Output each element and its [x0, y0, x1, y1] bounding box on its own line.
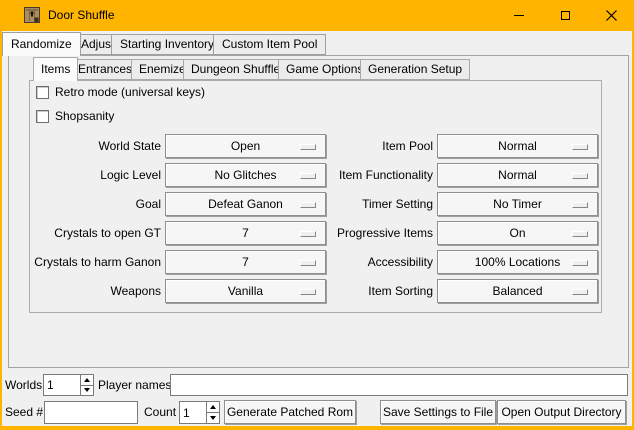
- checkbox-label: Shopsanity: [55, 109, 114, 123]
- dropdown-item-sorting[interactable]: Balanced: [437, 279, 598, 303]
- item-pool-label: Item Pool: [300, 134, 433, 158]
- dropdown-value: Defeat Ganon: [208, 197, 283, 211]
- checkbox-shopsanity[interactable]: Shopsanity: [36, 109, 114, 123]
- count-spinner[interactable]: 1: [179, 401, 220, 424]
- checkbox-retro-mode[interactable]: Retro mode (universal keys): [36, 85, 205, 99]
- timer-setting-label: Timer Setting: [300, 192, 433, 216]
- dropdown-value: Open: [231, 139, 260, 153]
- save-settings-button[interactable]: Save Settings to File: [380, 400, 496, 424]
- door-icon: [24, 7, 40, 23]
- seed-input[interactable]: [44, 401, 138, 424]
- spinner-arrows: [206, 402, 219, 423]
- dropdown-value: No Timer: [493, 197, 542, 211]
- dropdown-accessibility[interactable]: 100% Locations: [437, 250, 598, 274]
- item-sorting-label: Item Sorting: [300, 279, 433, 303]
- dropdown-value: 100% Locations: [475, 255, 560, 269]
- crystals-gt-label: Crystals to open GT: [15, 221, 161, 245]
- tab-starting-inventory[interactable]: Starting Inventory: [111, 34, 223, 55]
- tab-custom-item-pool[interactable]: Custom Item Pool: [213, 34, 326, 55]
- window-border: [0, 0, 2, 430]
- generate-patched-rom-button[interactable]: Generate Patched Rom: [224, 400, 356, 424]
- spinner-arrows: [80, 375, 93, 395]
- accessibility-label: Accessibility: [300, 250, 433, 274]
- tab-dungeon-shuffle[interactable]: Dungeon Shuffle: [183, 59, 288, 80]
- progressive-items-label: Progressive Items: [300, 221, 433, 245]
- open-output-directory-button[interactable]: Open Output Directory: [497, 400, 626, 424]
- dropdown-indicator-icon: [572, 144, 588, 150]
- dropdown-indicator-icon: [572, 289, 588, 295]
- minimize-icon: [514, 15, 524, 16]
- logic-level-label: Logic Level: [15, 163, 161, 187]
- count-label: Count: [144, 400, 176, 424]
- checkbox-label: Retro mode (universal keys): [55, 85, 205, 99]
- seed-label: Seed #: [5, 400, 43, 424]
- door-shuffle-window: Door Shuffle Randomize Adjust Starting I…: [0, 0, 634, 430]
- worlds-spinner[interactable]: 1: [43, 374, 94, 396]
- tab-generation-setup[interactable]: Generation Setup: [360, 59, 470, 80]
- tab-randomize[interactable]: Randomize: [2, 32, 81, 56]
- dropdown-value: Balanced: [492, 284, 542, 298]
- dropdown-value: Normal: [498, 168, 537, 182]
- dropdown-value: Vanilla: [228, 284, 263, 298]
- arrow-up-icon: [84, 378, 90, 382]
- world-state-label: World State: [15, 134, 161, 158]
- dropdown-indicator-icon: [572, 260, 588, 266]
- spin-down-button[interactable]: [207, 413, 219, 423]
- tab-items[interactable]: Items: [33, 57, 78, 81]
- worlds-value: 1: [44, 375, 80, 395]
- maximize-icon: [561, 11, 570, 20]
- spin-up-button[interactable]: [81, 375, 93, 386]
- dropdown-indicator-icon: [572, 173, 588, 179]
- dropdown-value: No Glitches: [214, 168, 276, 182]
- maximize-button[interactable]: [542, 0, 588, 31]
- dropdown-progressive-items[interactable]: On: [437, 221, 598, 245]
- checkbox-icon: [36, 86, 49, 99]
- spin-up-button[interactable]: [207, 402, 219, 413]
- arrow-up-icon: [210, 405, 216, 409]
- dropdown-item-pool[interactable]: Normal: [437, 134, 598, 158]
- player-names-input[interactable]: [170, 374, 628, 396]
- dropdown-value: 7: [242, 226, 249, 240]
- minimize-button[interactable]: [496, 0, 542, 31]
- spin-down-button[interactable]: [81, 386, 93, 396]
- arrow-down-icon: [210, 416, 216, 420]
- crystals-ganon-label: Crystals to harm Ganon: [15, 250, 161, 274]
- close-icon: [606, 10, 617, 21]
- titlebar: Door Shuffle: [0, 0, 634, 31]
- dropdown-value: Normal: [498, 139, 537, 153]
- window-title: Door Shuffle: [48, 0, 115, 31]
- dropdown-indicator-icon: [572, 202, 588, 208]
- item-functionality-label: Item Functionality: [300, 163, 433, 187]
- dropdown-indicator-icon: [572, 231, 588, 237]
- tab-entrances[interactable]: Entrances: [70, 59, 140, 80]
- tab-game-options[interactable]: Game Options: [278, 59, 371, 80]
- checkbox-icon: [36, 110, 49, 123]
- dropdown-item-functionality[interactable]: Normal: [437, 163, 598, 187]
- worlds-label: Worlds: [5, 374, 42, 396]
- weapons-label: Weapons: [15, 279, 161, 303]
- goal-label: Goal: [15, 192, 161, 216]
- count-value: 1: [180, 402, 206, 423]
- close-button[interactable]: [588, 0, 634, 31]
- dropdown-timer-setting[interactable]: No Timer: [437, 192, 598, 216]
- dropdown-value: On: [509, 226, 525, 240]
- dropdown-value: 7: [242, 255, 249, 269]
- arrow-down-icon: [84, 388, 90, 392]
- window-border: [0, 426, 634, 430]
- player-names-label: Player names: [98, 374, 171, 396]
